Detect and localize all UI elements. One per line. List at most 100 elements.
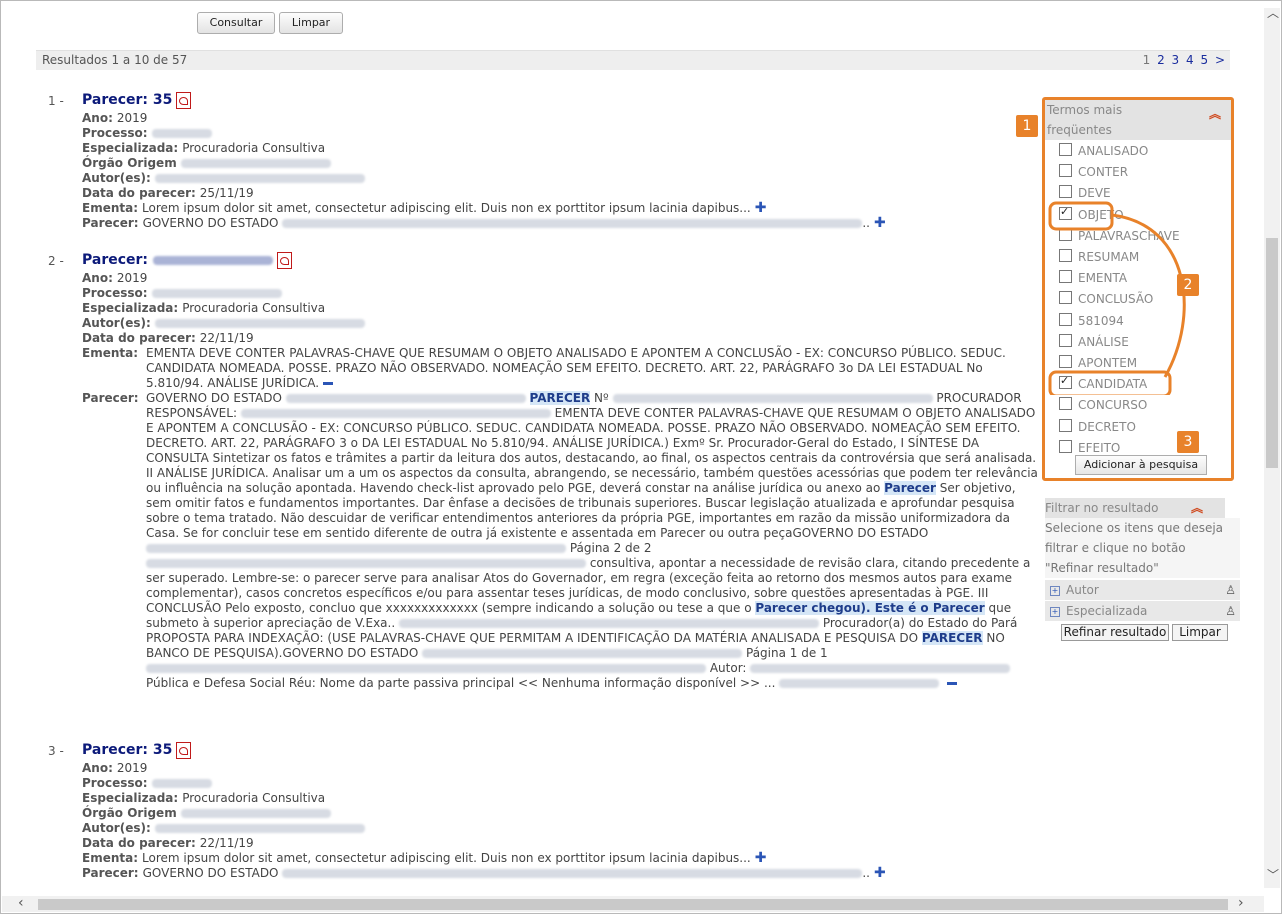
value: 2019	[116, 761, 148, 775]
redacted	[151, 779, 212, 788]
scroll-up-icon[interactable]: ︿	[1267, 4, 1279, 21]
ellipsis: ..	[862, 216, 870, 230]
label: Data do parecer:	[82, 331, 196, 345]
facet-autor[interactable]: + Autor ♙	[1045, 580, 1240, 600]
redacted	[146, 559, 586, 568]
result-number: 1 -	[48, 94, 64, 108]
value: 25/11/19	[199, 186, 254, 200]
field-ementa: Ementa: Lorem ipsum dolor sit amet, conse…	[82, 201, 766, 216]
collapse-minus-icon[interactable]	[947, 682, 958, 685]
scroll-thumb[interactable]	[1266, 238, 1278, 468]
vertical-scrollbar[interactable]	[1264, 8, 1280, 888]
sort-icon[interactable]: ♙	[1225, 580, 1236, 600]
result-title-text[interactable]: Parecer:	[82, 252, 148, 268]
term-label: ANALISADO	[1078, 144, 1149, 158]
expand-plus-icon[interactable]: ✚	[874, 865, 886, 881]
result-title-text[interactable]: Parecer: 35	[82, 92, 172, 108]
page-next[interactable]: >	[1215, 53, 1225, 67]
add-to-search-button[interactable]: Adicionar à pesquisa	[1075, 455, 1207, 475]
term-checkbox[interactable]	[1059, 397, 1072, 411]
term-checkbox[interactable]	[1059, 164, 1072, 178]
field-parecer: Parecer: GOVERNO DO ESTADO .. ✚	[82, 216, 886, 231]
result-title[interactable]: Parecer: 35	[82, 92, 192, 109]
value: Procuradoria Consultiva	[182, 141, 326, 155]
redacted	[180, 809, 331, 818]
clear-filter-button[interactable]: Limpar	[1172, 624, 1228, 641]
callout-link	[1111, 213, 1186, 378]
value: Procuradoria Consultiva	[182, 791, 326, 805]
field-ementa-label: Ementa:	[82, 346, 142, 361]
term-item[interactable]: CONTER	[1059, 164, 1128, 179]
label: Especializada:	[82, 301, 179, 315]
value: 22/11/19	[199, 836, 254, 850]
term-item[interactable]: EFEITO	[1059, 439, 1120, 455]
value: GOVERNO DO ESTADO	[142, 866, 279, 880]
sort-icon[interactable]: ♙	[1225, 601, 1236, 621]
label: Ementa:	[82, 201, 139, 215]
highlight: Parecer	[884, 481, 936, 495]
horizontal-scrollbar[interactable]	[2, 896, 1264, 912]
term-checkbox[interactable]	[1059, 418, 1072, 432]
pdf-icon[interactable]	[176, 92, 192, 109]
scroll-thumb[interactable]	[38, 899, 1228, 910]
redacted	[240, 409, 551, 418]
label: Especializada:	[82, 791, 179, 805]
ementa-full: EMENTA DEVE CONTER PALAVRAS-CHAVE QUE RE…	[146, 346, 1042, 391]
expand-plus-icon[interactable]: ✚	[874, 215, 886, 231]
pagination: 1 2 3 4 5 >	[1140, 51, 1225, 70]
facet-especializada[interactable]: + Especializada ♙	[1045, 601, 1240, 621]
redacted	[399, 619, 819, 628]
pdf-icon[interactable]	[176, 742, 192, 759]
field-processo: Processo:	[82, 126, 212, 141]
refine-button[interactable]: Refinar resultado	[1061, 624, 1169, 641]
highlight: PARECER	[529, 391, 591, 405]
collapse-minus-icon[interactable]	[323, 382, 334, 385]
field-autor: Autor(es):	[82, 316, 365, 331]
value: Lorem ipsum dolor sit amet, consectetur …	[142, 851, 751, 865]
term-item[interactable]: ANALISADO	[1059, 143, 1149, 158]
scroll-left-icon[interactable]: ‹	[18, 895, 24, 911]
field-especializada: Especializada: Procuradoria Consultiva	[82, 301, 325, 316]
page-2[interactable]: 2	[1157, 53, 1165, 67]
collapse-chevron-icon[interactable]: ︽	[1209, 104, 1221, 124]
page-1: 1	[1142, 53, 1151, 67]
result-title[interactable]: Parecer:	[82, 252, 292, 269]
redacted	[422, 649, 743, 658]
result-title-text[interactable]: Parecer: 35	[82, 742, 172, 758]
term-checkbox[interactable]	[1059, 439, 1072, 453]
redacted	[154, 824, 365, 833]
field-data: Data do parecer: 22/11/19	[82, 836, 254, 851]
term-item[interactable]: DECRETO	[1059, 418, 1136, 434]
result-title[interactable]: Parecer: 35	[82, 742, 192, 759]
expand-plus-icon[interactable]: +	[1050, 585, 1060, 596]
label: Ementa:	[82, 346, 139, 360]
expand-plus-icon[interactable]: ✚	[755, 850, 767, 866]
page-4[interactable]: 4	[1186, 53, 1194, 67]
page-5[interactable]: 5	[1200, 53, 1208, 67]
redacted	[151, 129, 212, 138]
term-item[interactable]: CONCURSO	[1059, 397, 1147, 412]
collapse-chevron-icon[interactable]: ︽	[1191, 498, 1203, 518]
page-3[interactable]: 3	[1172, 53, 1180, 67]
filter-title: Filtrar no resultado	[1045, 501, 1159, 515]
desc-line: filtrar e clique no botão	[1045, 541, 1186, 555]
scroll-right-icon[interactable]: ›	[1238, 895, 1244, 911]
pdf-icon[interactable]	[276, 252, 292, 269]
text: PROCURADOR	[936, 391, 1022, 405]
field-orgao: Órgão Origem	[82, 156, 331, 171]
highlight: PARECER	[921, 631, 983, 645]
expand-plus-icon[interactable]: +	[1050, 606, 1060, 617]
label: Órgão Origem	[82, 156, 177, 170]
field-especializada: Especializada: Procuradoria Consultiva	[82, 141, 325, 156]
term-checkbox[interactable]	[1059, 143, 1072, 156]
field-ano: Ano: 2019	[82, 111, 147, 126]
value: 2019	[116, 111, 148, 125]
label: Processo:	[82, 286, 148, 300]
text: Pública e Defesa Social Réu: Nome da par…	[146, 676, 776, 690]
consultar-button[interactable]: Consultar	[197, 12, 275, 34]
scroll-down-icon[interactable]: ﹀	[1267, 866, 1279, 883]
label: Parecer:	[82, 866, 139, 880]
parecer-full: GOVERNO DO ESTADO PARECER Nº PROCURADOR …	[146, 391, 1042, 691]
expand-plus-icon[interactable]: ✚	[755, 200, 767, 216]
limpar-button[interactable]: Limpar	[279, 12, 343, 34]
